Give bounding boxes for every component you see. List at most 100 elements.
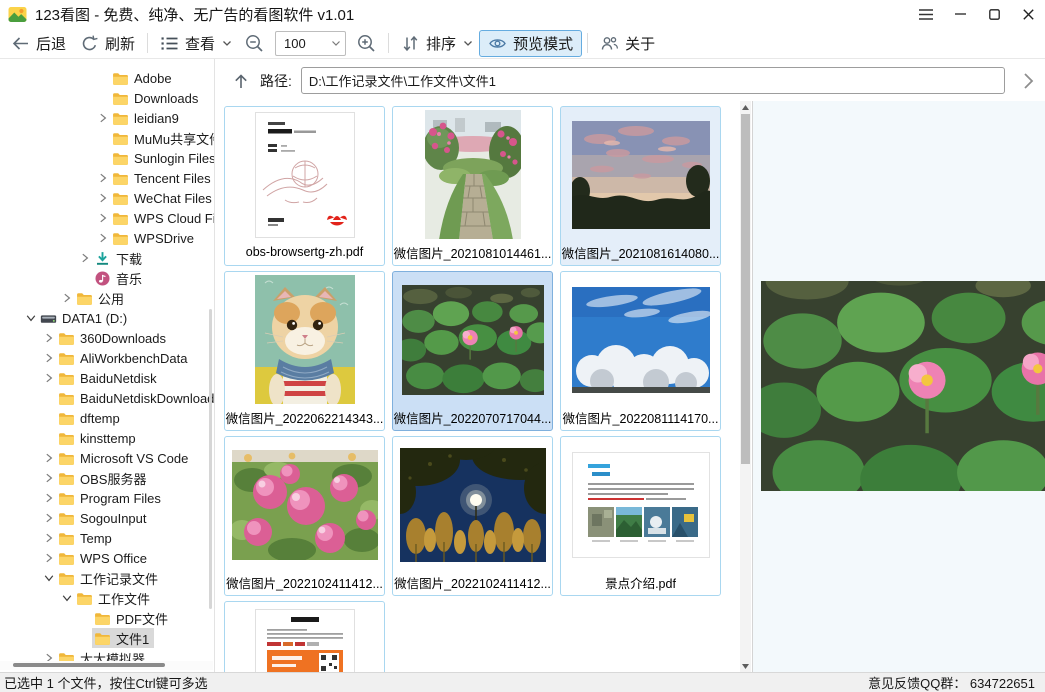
expand-arrow-icon[interactable] [24,311,38,325]
zoom-out-button[interactable] [238,31,271,56]
expand-arrow-icon[interactable] [42,451,56,465]
folder-icon [112,151,129,166]
chevron-down-icon [223,41,231,46]
folder-icon [112,111,129,126]
tree-item[interactable]: dftemp [0,408,214,428]
zoom-in-button[interactable] [350,31,383,56]
tree-item[interactable]: WPS Office [0,548,214,568]
tree-item[interactable]: Tencent Files [0,168,214,188]
expand-arrow-icon[interactable] [96,131,110,145]
tree-item[interactable]: kinsttemp [0,428,214,448]
expand-arrow-icon[interactable] [42,331,56,345]
grid-vertical-scrollbar[interactable] [740,101,751,672]
tree-item[interactable]: leidian9 [0,108,214,128]
expand-arrow-icon[interactable] [96,171,110,185]
expand-arrow-icon[interactable] [42,351,56,365]
tree-item[interactable]: 360Downloads [0,328,214,348]
tree-item[interactable]: 下载 [0,248,214,268]
tree-item-icon [112,91,129,106]
tree-item[interactable]: Microsoft VS Code [0,448,214,468]
expand-arrow-icon[interactable] [96,111,110,125]
file-tile[interactable]: 微信图片_2022070717044... [392,271,553,431]
folder-icon [58,531,75,546]
scrollbar-thumb[interactable] [741,114,750,464]
tree-item[interactable]: MuMu共享文件 [0,128,214,148]
path-next-button[interactable] [1013,66,1043,96]
view-button[interactable]: 查看 [153,30,238,57]
file-tile[interactable]: 微信图片_2021081614080... [560,106,721,266]
expand-arrow-icon[interactable] [78,631,92,645]
tree-item[interactable]: 工作记录文件 [0,568,214,588]
expand-arrow-icon[interactable] [42,371,56,385]
tree-item[interactable]: OBS服务器 [0,468,214,488]
tree-item[interactable]: Downloads [0,88,214,108]
tree-item[interactable]: Adobe [0,68,214,88]
tree-item[interactable]: DATA1 (D:) [0,308,214,328]
expand-arrow-icon[interactable] [42,531,56,545]
file-tile[interactable]: 微信图片_2022102411412... [392,436,553,596]
drive-icon [40,311,57,326]
sidebar-horizontal-scrollbar[interactable] [0,661,213,670]
expand-arrow-icon[interactable] [60,291,74,305]
minimize-button[interactable] [943,1,977,27]
maximize-button[interactable] [977,1,1011,27]
tree-item[interactable]: 公用 [0,288,214,308]
expand-arrow-icon[interactable] [42,431,56,445]
scroll-down-arrow-icon[interactable] [740,660,751,672]
scroll-up-arrow-icon[interactable] [740,101,751,113]
expand-arrow-icon[interactable] [42,391,56,405]
expand-arrow-icon[interactable] [96,231,110,245]
expand-arrow-icon[interactable] [96,211,110,225]
tree-item[interactable]: WPS Cloud Files [0,208,214,228]
tree-item[interactable]: Temp [0,528,214,548]
expand-arrow-icon[interactable] [60,591,74,605]
expand-arrow-icon[interactable] [78,251,92,265]
close-button[interactable] [1011,1,1045,27]
music-icon [94,271,111,286]
tree-item-label: Temp [80,531,112,546]
tree-item[interactable]: 文件1 [0,628,214,648]
sidebar-vertical-scrollbar[interactable] [209,309,212,609]
tree-item[interactable]: BaiduNetdisk [0,368,214,388]
expand-arrow-icon[interactable] [42,551,56,565]
preview-mode-toggle[interactable]: 预览模式 [479,30,582,57]
file-tile[interactable]: 微信图片_2021081014461... [392,106,553,266]
file-tile[interactable]: obs-browsertg-zh.pdf [224,106,385,266]
tree-item-label: WPS Office [80,551,147,566]
expand-arrow-icon[interactable] [96,71,110,85]
folder-icon [58,451,75,466]
expand-arrow-icon[interactable] [42,471,56,485]
expand-arrow-icon[interactable] [78,611,92,625]
tree-item[interactable]: BaiduNetdiskDownload [0,388,214,408]
file-tile[interactable]: 微信图片_2022081114170... [560,271,721,431]
tree-item[interactable]: 工作文件 [0,588,214,608]
expand-arrow-icon[interactable] [96,191,110,205]
refresh-button[interactable]: 刷新 [73,30,142,57]
tree-item[interactable]: PDF文件 [0,608,214,628]
zoom-level-select[interactable]: 100 [275,31,346,56]
tree-item[interactable]: Sunlogin Files [0,148,214,168]
tree-item[interactable]: AliWorkbenchData [0,348,214,368]
path-input[interactable] [301,67,1005,94]
expand-arrow-icon[interactable] [42,511,56,525]
about-button[interactable]: 关于 [593,30,662,57]
tree-item[interactable]: WeChat Files [0,188,214,208]
tree-item[interactable]: 音乐 [0,268,214,288]
file-tile[interactable]: 微信图片_2022062214343... [224,271,385,431]
sort-button[interactable]: 排序 [394,30,479,57]
up-directory-button[interactable] [230,70,252,92]
expand-arrow-icon[interactable] [42,491,56,505]
back-button[interactable]: 后退 [4,30,73,57]
tree-item[interactable]: WPSDrive [0,228,214,248]
expand-arrow-icon[interactable] [96,151,110,165]
app-menu-button[interactable] [909,1,943,27]
expand-arrow-icon[interactable] [96,91,110,105]
expand-arrow-icon[interactable] [42,571,56,585]
file-tile[interactable]: 微信图片_2022102411412... [224,436,385,596]
expand-arrow-icon[interactable] [42,411,56,425]
tree-item[interactable]: Program Files [0,488,214,508]
file-tile[interactable]: 景点介绍.pdf [560,436,721,596]
tree-item[interactable]: SogouInput [0,508,214,528]
file-tile[interactable] [224,601,385,672]
expand-arrow-icon[interactable] [78,271,92,285]
